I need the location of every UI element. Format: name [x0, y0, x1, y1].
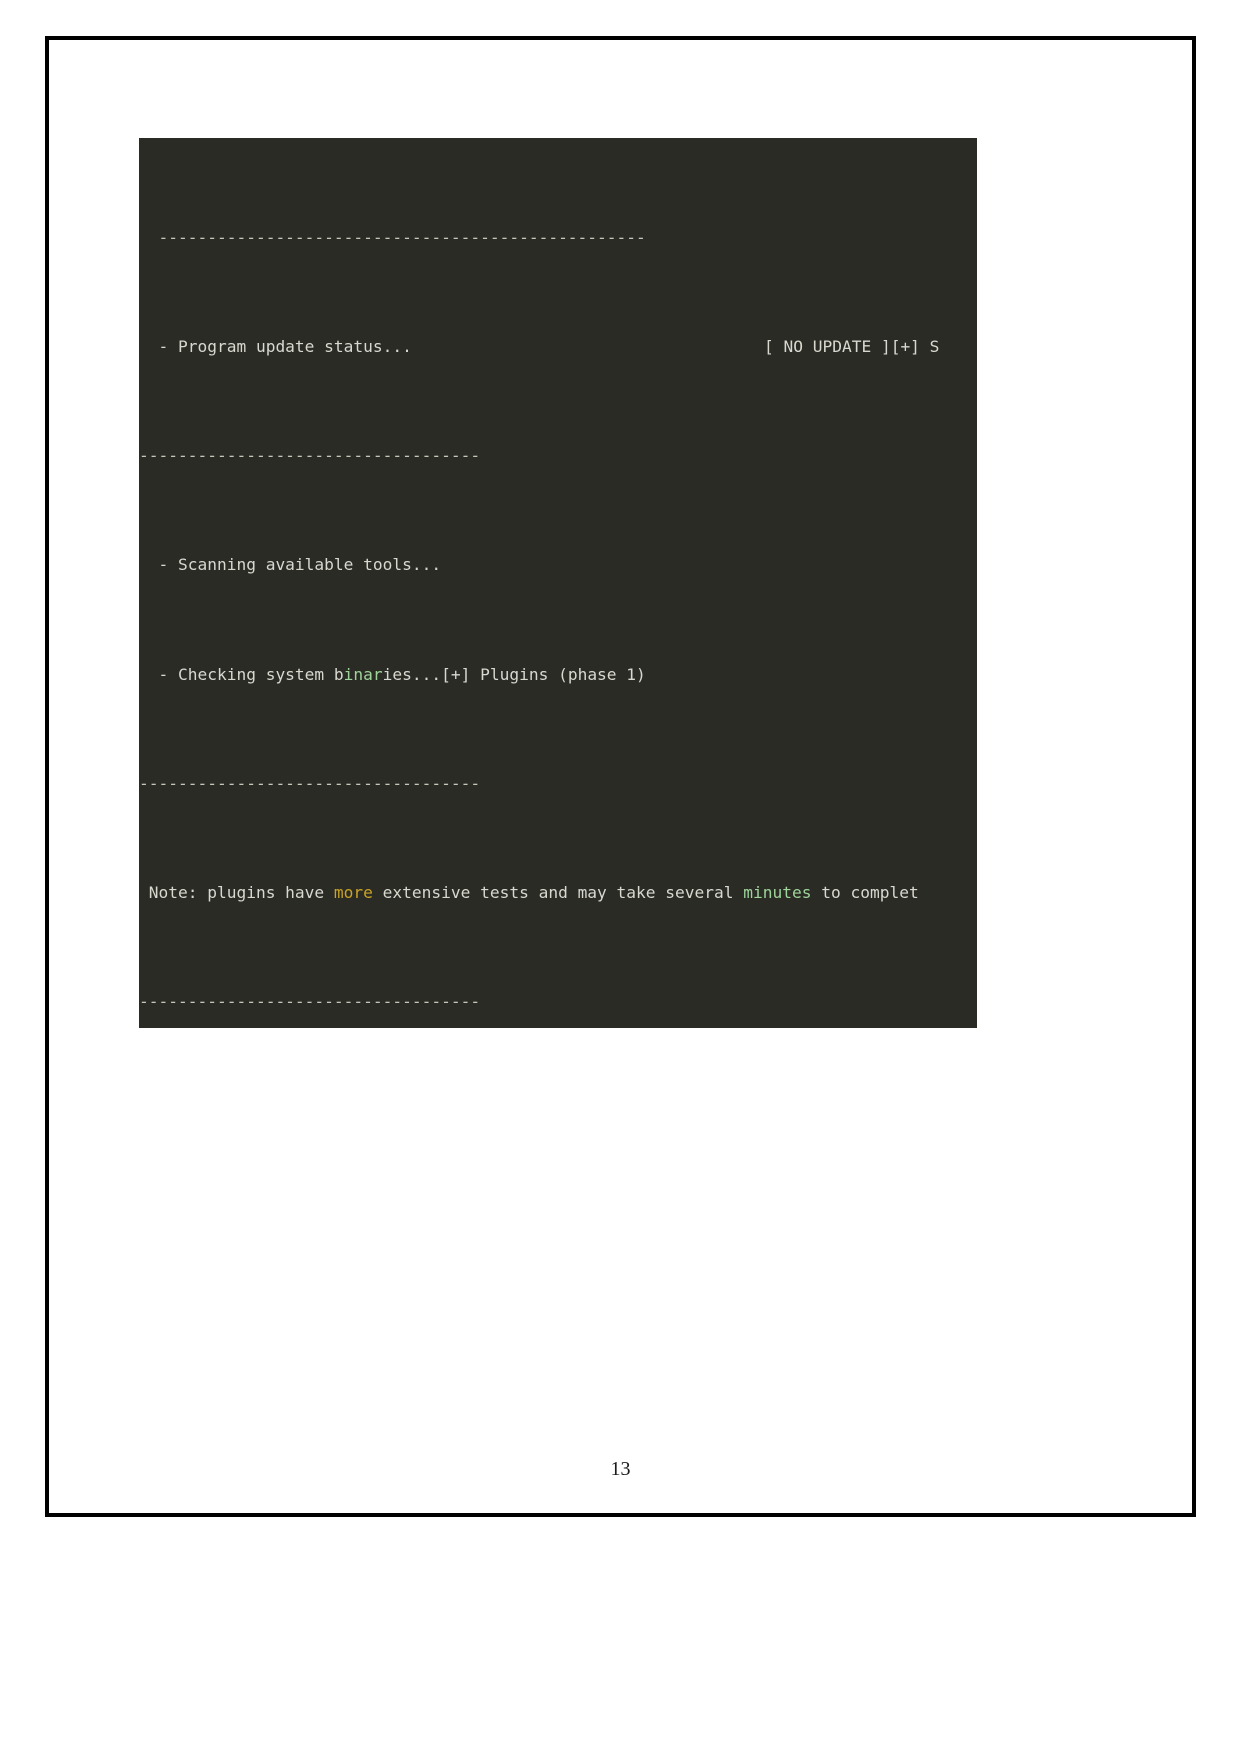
- check-label: - Program update status...: [139, 337, 412, 357]
- terminal-screenshot: ----------------------------------- -----…: [139, 138, 977, 1028]
- check-status: [ NO UPDATE ][+] S: [764, 337, 940, 357]
- terminal-line: - Scanning available tools...: [139, 551, 977, 578]
- terminal-output: ----------------------------------- -----…: [139, 142, 977, 1028]
- terminal-line: - Program update status... [ NO UPDATE ][…: [139, 333, 977, 360]
- page-number: 13: [610, 1458, 631, 1480]
- note-text: Note: plugins have more extensive tests …: [139, 883, 919, 903]
- separator-rule: -----------------------------------: [139, 773, 481, 793]
- document-page: ----------------------------------- -----…: [45, 36, 1196, 1517]
- check-label: - Scanning available tools...: [139, 555, 442, 575]
- terminal-line: - Checking system binaries...[+] Plugins…: [139, 661, 977, 688]
- separator-rule: -----------------------------------: [139, 992, 481, 1012]
- separator-rule: -----------------------------------: [139, 446, 481, 466]
- separator-rule: ----------------------------------------…: [139, 227, 646, 247]
- terminal-line: Note: plugins have more extensive tests …: [139, 879, 977, 906]
- terminal-line: -----------------------------------: [139, 988, 977, 1015]
- terminal-line: -----------------------------------: [139, 770, 977, 797]
- terminal-line: -----------------------------------: [139, 442, 977, 469]
- terminal-line: ----------------------------------------…: [139, 224, 977, 251]
- check-label: - Checking system binaries...[+] Plugins…: [139, 664, 646, 684]
